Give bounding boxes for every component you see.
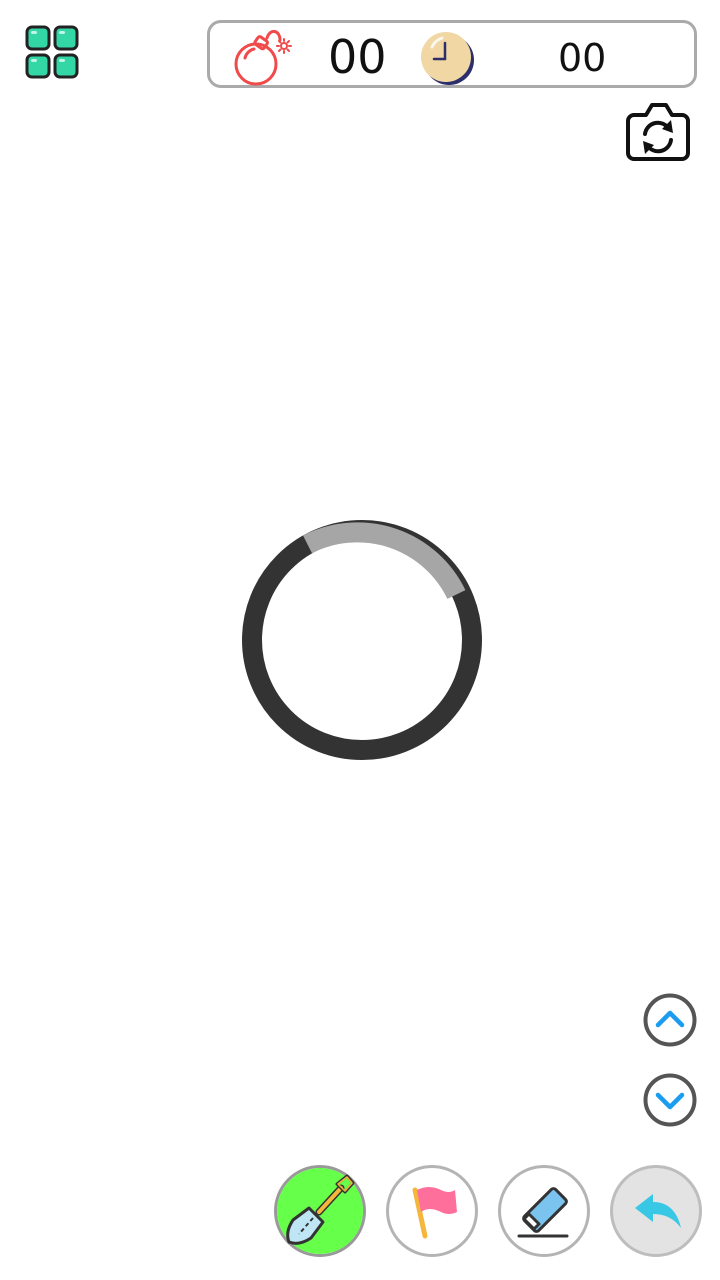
scroll-down-button[interactable] <box>642 1072 698 1128</box>
loading-spinner <box>242 520 482 760</box>
game-screen: 00 00 <box>0 0 720 1280</box>
dig-tool-button[interactable] <box>274 1165 366 1257</box>
eraser-icon <box>517 1187 569 1238</box>
grid-menu-button[interactable] <box>24 24 80 80</box>
flag-icon <box>412 1187 457 1239</box>
clock-icon <box>421 32 474 85</box>
scroll-up-button[interactable] <box>642 992 698 1048</box>
status-panel: 00 00 <box>207 20 697 88</box>
shovel-icon <box>277 1168 363 1254</box>
camera-switch-icon <box>626 103 690 161</box>
flag-tool-button[interactable] <box>386 1165 478 1257</box>
undo-icon <box>635 1194 681 1228</box>
chevron-down-icon <box>643 1073 697 1127</box>
undo-button[interactable] <box>610 1165 702 1257</box>
timer: 00 <box>558 36 607 80</box>
camera-switch-button[interactable] <box>624 101 692 163</box>
chevron-up-icon <box>643 993 697 1047</box>
eraser-tool-button[interactable] <box>498 1165 590 1257</box>
bomb-icon <box>234 30 292 86</box>
grid-menu-icon <box>25 25 79 79</box>
mine-counter: 00 <box>328 30 387 84</box>
